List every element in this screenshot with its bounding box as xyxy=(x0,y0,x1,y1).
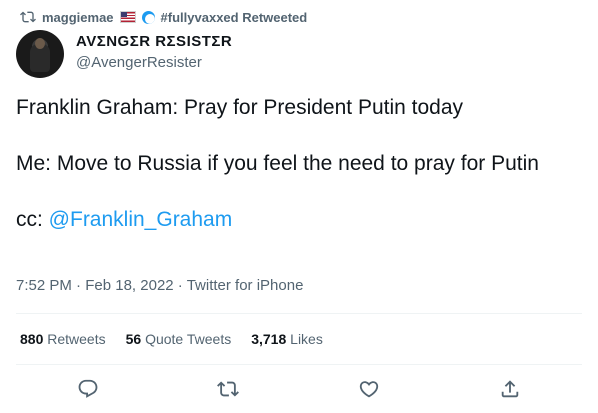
tweet-date[interactable]: Feb 18, 2022 xyxy=(85,277,173,294)
mention-link[interactable]: @Franklin_Graham xyxy=(49,208,233,231)
divider-bottom xyxy=(16,364,582,365)
tweet-line-1: Franklin Graham: Pray for President Puti… xyxy=(16,96,464,119)
tweet-meta: 7:52 PM · Feb 18, 2022 · Twitter for iPh… xyxy=(16,277,303,294)
retweets-count: 880 xyxy=(20,331,44,347)
tweet-text: Franklin Graham: Pray for President Puti… xyxy=(16,94,576,234)
tweet-time[interactable]: 7:52 PM xyxy=(16,277,72,294)
us-flag-icon xyxy=(119,11,136,23)
avatar-face xyxy=(35,38,45,49)
meta-separator: · xyxy=(71,277,86,294)
cc-prefix: cc: xyxy=(16,208,49,231)
tweet-stats: 880 Retweets 56 Quote Tweets 3,718 Likes xyxy=(20,331,323,347)
tweet-cc-line: cc: @Franklin_Graham xyxy=(16,206,576,234)
author-handle[interactable]: @AvengerResister xyxy=(76,54,202,71)
quote-tweets-stat[interactable]: 56 Quote Tweets xyxy=(126,331,232,347)
likes-count: 3,718 xyxy=(251,331,287,347)
share-icon[interactable] xyxy=(499,378,521,400)
action-bar xyxy=(0,370,598,410)
retweet-header: maggiemae #fullyvaxxed Retweeted xyxy=(20,8,307,26)
retweet-suffix: #fullyvaxxed Retweeted xyxy=(160,9,308,25)
divider-top xyxy=(16,313,582,314)
tweet-source[interactable]: Twitter for iPhone xyxy=(187,277,304,294)
wave-icon xyxy=(141,10,155,24)
author-display-name[interactable]: AVΣNGΣR RΣSISTΣR xyxy=(76,33,232,50)
retweets-label: Retweets xyxy=(47,331,106,347)
likes-label: Likes xyxy=(290,331,323,347)
quote-tweets-label: Quote Tweets xyxy=(145,331,232,347)
meta-separator: · xyxy=(173,277,187,294)
likes-stat[interactable]: 3,718 Likes xyxy=(251,331,323,347)
tweet-line-2: Me: Move to Russia if you feel the need … xyxy=(16,152,539,175)
retweeter-name[interactable]: maggiemae xyxy=(42,10,114,25)
retweets-stat[interactable]: 880 Retweets xyxy=(20,331,106,347)
retweet-icon[interactable] xyxy=(217,378,239,400)
retweet-icon xyxy=(20,9,36,25)
reply-icon[interactable] xyxy=(77,378,99,400)
avatar[interactable] xyxy=(16,30,64,78)
like-icon[interactable] xyxy=(358,378,380,400)
quote-tweets-count: 56 xyxy=(125,331,142,347)
